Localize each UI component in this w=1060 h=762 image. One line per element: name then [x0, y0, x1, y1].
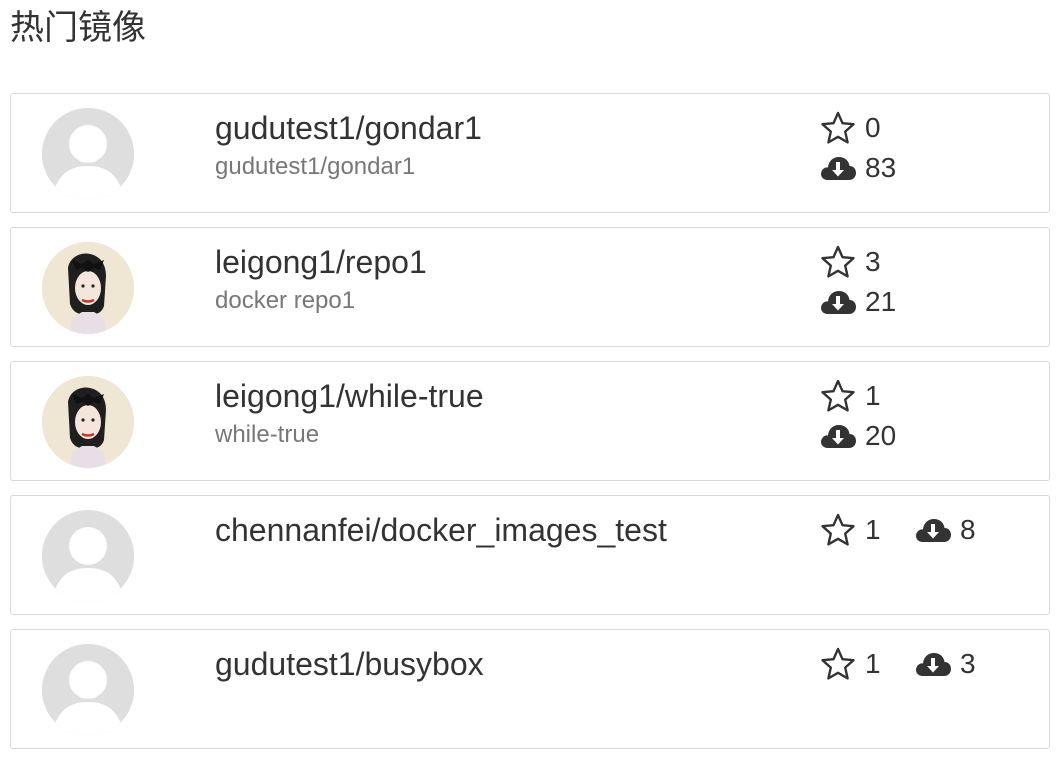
default-avatar[interactable] [42, 108, 134, 200]
star-count-value: 1 [865, 648, 881, 679]
star-count[interactable]: 0 [819, 110, 881, 146]
cloud-download-icon [914, 512, 952, 548]
star-count-value: 1 [865, 380, 881, 411]
user-photo-avatar[interactable] [42, 376, 134, 468]
user-silhouette-icon [42, 108, 134, 200]
default-avatar[interactable] [42, 510, 134, 602]
repo-description: while-true [215, 421, 320, 448]
repo-card[interactable]: gudutest1/gondar1 gudutest1/gondar1 0 83 [10, 93, 1050, 213]
repo-name-link[interactable]: leigong1/repo1 [215, 242, 427, 282]
repo-name-link[interactable]: gudutest1/gondar1 [215, 108, 482, 148]
star-count-value: 3 [865, 246, 881, 277]
cloud-download-icon [819, 150, 857, 186]
user-silhouette-icon [42, 644, 134, 736]
download-count: 3 [914, 646, 976, 682]
download-count-value: 83 [865, 152, 897, 183]
repo-name-link[interactable]: leigong1/while-true [215, 376, 484, 416]
star-count-value: 0 [865, 112, 881, 143]
star-count-value: 1 [865, 514, 881, 545]
cloud-download-icon [914, 646, 952, 682]
download-count: 21 [819, 284, 896, 320]
download-count: 8 [914, 512, 976, 548]
user-silhouette-icon [42, 510, 134, 602]
download-count-value: 21 [865, 286, 897, 317]
default-avatar[interactable] [42, 644, 134, 736]
download-count-value: 8 [960, 514, 976, 545]
repo-name-link[interactable]: gudutest1/busybox [215, 644, 484, 684]
repo-card[interactable]: chennanfei/docker_images_test 1 8 [10, 495, 1050, 615]
user-photo-icon [42, 376, 134, 468]
star-outline-icon [819, 512, 857, 548]
repo-card[interactable]: leigong1/while-true while-true 1 20 [10, 361, 1050, 481]
user-photo-icon [42, 242, 134, 334]
star-outline-icon [819, 378, 857, 414]
star-outline-icon [819, 244, 857, 280]
download-count-value: 20 [865, 420, 897, 451]
download-count-value: 3 [960, 648, 976, 679]
repo-description: gudutest1/gondar1 [215, 153, 416, 180]
star-count[interactable]: 1 [819, 646, 881, 682]
star-outline-icon [819, 646, 857, 682]
repo-card[interactable]: leigong1/repo1 docker repo1 3 21 [10, 227, 1050, 347]
cloud-download-icon [819, 418, 857, 454]
cloud-download-icon [819, 284, 857, 320]
page-title: 热门镜像 [10, 8, 146, 48]
star-count[interactable]: 1 [819, 378, 881, 414]
star-count[interactable]: 3 [819, 244, 881, 280]
download-count: 83 [819, 150, 896, 186]
repo-card[interactable]: gudutest1/busybox 1 3 [10, 629, 1050, 749]
repo-name-link[interactable]: chennanfei/docker_images_test [215, 510, 667, 550]
repo-description: docker repo1 [215, 287, 356, 314]
star-count[interactable]: 1 [819, 512, 881, 548]
download-count: 20 [819, 418, 896, 454]
star-outline-icon [819, 110, 857, 146]
user-photo-avatar[interactable] [42, 242, 134, 334]
